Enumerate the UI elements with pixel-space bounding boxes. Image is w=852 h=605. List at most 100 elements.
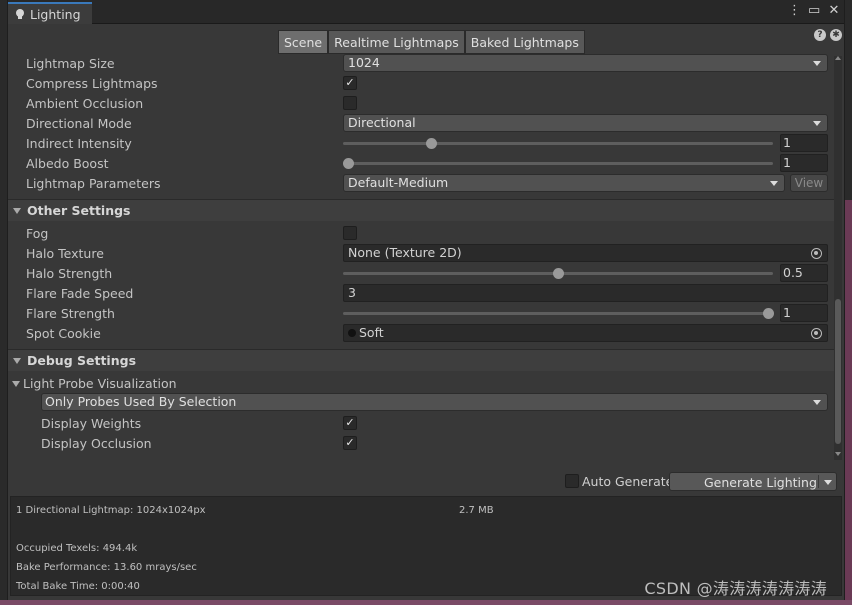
row-halo-texture: Halo Texture None (Texture 2D) [8, 244, 834, 264]
flare-strength-knob[interactable] [763, 308, 774, 319]
settings-icon[interactable]: ✱ [830, 29, 842, 41]
generate-lighting-button[interactable]: Generate Lighting [669, 472, 837, 491]
mode-tabs: Scene Realtime Lightmaps Baked Lightmaps [278, 30, 585, 54]
debug-settings-title: Debug Settings [27, 353, 137, 368]
scroll-up-icon[interactable] [835, 56, 841, 60]
row-directional-mode: Directional Mode Directional [8, 114, 834, 134]
tab-realtime-lightmaps[interactable]: Realtime Lightmaps [328, 30, 465, 54]
background-strip [845, 200, 852, 605]
bottom-edge [0, 600, 852, 605]
left-edge [0, 0, 8, 605]
row-flare-fade-speed: Flare Fade Speed 3 [8, 284, 834, 304]
lighting-tab[interactable]: Lighting [8, 2, 92, 24]
lighting-window: Lighting ⋮ ▭ ✕ Scene Realtime Lightmaps … [0, 0, 852, 605]
more-vert-icon[interactable]: ⋮ [788, 3, 801, 18]
tab-baked-lightmaps[interactable]: Baked Lightmaps [464, 30, 585, 54]
compress-lightmaps-label: Compress Lightmaps [26, 76, 158, 91]
foldout-arrow-icon [13, 208, 21, 214]
halo-texture-label: Halo Texture [26, 246, 104, 261]
row-light-probe-visualization[interactable]: Light Probe Visualization [8, 374, 834, 394]
halo-strength-label: Halo Strength [26, 266, 113, 281]
row-indirect-intensity: Indirect Intensity 1 [8, 134, 834, 154]
flare-strength-label: Flare Strength [26, 306, 115, 321]
texture-thumbnail-icon [348, 329, 356, 337]
button-divider [818, 475, 819, 488]
row-lightmap-parameters: Lightmap Parameters Default-Medium View [8, 174, 834, 194]
lightmap-size-info: 2.7 MB [459, 505, 494, 516]
occupied-texels: Occupied Texels: 494.4k [16, 543, 138, 554]
scroll-down-icon[interactable] [835, 452, 841, 456]
foldout-arrow-icon [13, 358, 21, 364]
probe-mode-dropdown[interactable]: Only Probes Used By Selection [41, 393, 828, 411]
light-probe-visualization-label: Light Probe Visualization [23, 376, 177, 391]
fog-checkbox[interactable] [343, 226, 357, 240]
flare-strength-slider[interactable] [343, 312, 773, 315]
chevron-down-icon [770, 181, 778, 186]
lightbulb-icon [16, 9, 24, 19]
row-flare-strength: Flare Strength 1 [8, 304, 834, 324]
display-weights-checkbox[interactable]: ✓ [343, 416, 357, 430]
albedo-boost-slider[interactable] [343, 162, 773, 165]
chevron-down-icon [813, 400, 821, 405]
ambient-occlusion-checkbox[interactable] [343, 96, 357, 110]
lightmap-info: 1 Directional Lightmap: 1024x1024px [16, 505, 206, 516]
auto-generate-checkbox[interactable] [565, 474, 579, 488]
vertical-scrollbar[interactable] [834, 56, 842, 460]
row-fog: Fog [8, 224, 834, 244]
other-settings-header[interactable]: Other Settings [8, 199, 834, 221]
flare-strength-field[interactable]: 1 [780, 304, 828, 322]
help-icon[interactable]: ? [814, 29, 826, 41]
halo-texture-field[interactable]: None (Texture 2D) [343, 244, 828, 262]
lightmap-size-label: Lightmap Size [26, 56, 115, 71]
halo-texture-value: None (Texture 2D) [348, 245, 462, 260]
directional-mode-value: Directional [348, 115, 416, 130]
close-icon[interactable]: ✕ [828, 3, 840, 18]
row-compress-lightmaps: Compress Lightmaps ✓ [8, 74, 834, 94]
row-probe-mode: Only Probes Used By Selection [8, 393, 834, 413]
title-bar: Lighting ⋮ ▭ ✕ [8, 0, 844, 24]
indirect-intensity-label: Indirect Intensity [26, 136, 132, 151]
watermark-text: CSDN @涛涛涛涛涛涛涛 [644, 579, 827, 598]
lightmap-size-dropdown[interactable]: 1024 [343, 54, 828, 72]
flare-fade-speed-label: Flare Fade Speed [26, 286, 134, 301]
scrollbar-thumb[interactable] [835, 299, 841, 444]
lightmap-parameters-dropdown[interactable]: Default-Medium [343, 174, 785, 192]
maximize-icon[interactable]: ▭ [808, 3, 820, 18]
row-display-weights: Display Weights ✓ [8, 414, 834, 434]
indirect-intensity-field[interactable]: 1 [780, 134, 828, 152]
chevron-down-icon[interactable] [824, 480, 832, 485]
indirect-intensity-knob[interactable] [426, 138, 437, 149]
compress-lightmaps-checkbox[interactable]: ✓ [343, 76, 357, 90]
flare-fade-speed-field[interactable]: 3 [343, 284, 828, 302]
ambient-occlusion-label: Ambient Occlusion [26, 96, 144, 111]
lightmap-parameters-label: Lightmap Parameters [26, 176, 161, 191]
view-button[interactable]: View [790, 174, 828, 192]
toolbar-icons: ? ✱ [814, 29, 842, 41]
halo-strength-field[interactable]: 0.5 [780, 264, 828, 282]
row-display-occlusion: Display Occlusion ✓ [8, 434, 834, 454]
display-occlusion-label: Display Occlusion [41, 436, 152, 451]
chevron-down-icon [813, 61, 821, 66]
albedo-boost-knob[interactable] [343, 158, 354, 169]
auto-generate-label: Auto Generate [582, 474, 674, 489]
albedo-boost-field[interactable]: 1 [780, 154, 828, 172]
spot-cookie-value: Soft [359, 325, 384, 340]
row-lightmap-size: Lightmap Size 1024 [8, 54, 834, 74]
spot-cookie-field[interactable]: Soft [343, 324, 828, 342]
display-occlusion-checkbox[interactable]: ✓ [343, 436, 357, 450]
tab-scene[interactable]: Scene [278, 30, 329, 54]
fog-label: Fog [26, 226, 49, 241]
object-picker-icon[interactable] [811, 248, 822, 259]
probe-mode-value: Only Probes Used By Selection [45, 394, 237, 409]
halo-strength-knob[interactable] [553, 268, 564, 279]
indirect-intensity-slider[interactable] [343, 142, 773, 145]
object-picker-icon[interactable] [811, 328, 822, 339]
lightmap-parameters-value: Default-Medium [348, 175, 449, 190]
directional-mode-dropdown[interactable]: Directional [343, 114, 828, 132]
other-settings-title: Other Settings [27, 203, 131, 218]
foldout-arrow-icon [12, 381, 20, 387]
settings-content: Lightmap Size 1024 Compress Lightmaps ✓ … [8, 52, 834, 460]
spot-cookie-label: Spot Cookie [26, 326, 101, 341]
generate-bar: Auto Generate Generate Lighting [8, 470, 844, 494]
debug-settings-header[interactable]: Debug Settings [8, 349, 834, 371]
